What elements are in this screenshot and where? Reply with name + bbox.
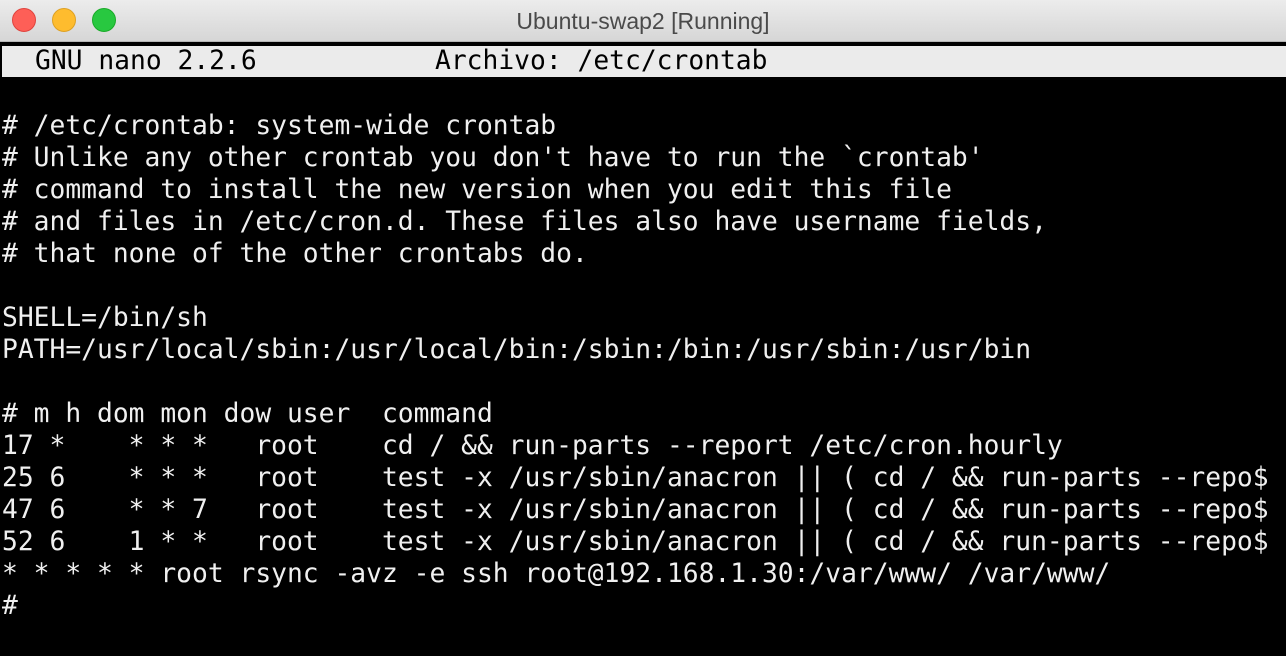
editor-line[interactable]: # m h dom mon dow user command bbox=[2, 398, 1286, 430]
editor-line[interactable]: # /etc/crontab: system-wide crontab bbox=[2, 110, 1286, 142]
editor-line[interactable]: # that none of the other crontabs do. bbox=[2, 238, 1286, 270]
nano-version: GNU nano 2.2.6 bbox=[35, 46, 257, 76]
editor-line[interactable]: 25 6 * * * root test -x /usr/sbin/anacro… bbox=[2, 462, 1286, 494]
vm-window: Ubuntu-swap2 [Running] GNU nano 2.2.6 Ar… bbox=[0, 0, 1286, 656]
editor-line[interactable]: # and files in /etc/cron.d. These files … bbox=[2, 206, 1286, 238]
title-bar[interactable]: Ubuntu-swap2 [Running] bbox=[0, 0, 1286, 42]
editor-line[interactable]: 52 6 1 * * root test -x /usr/sbin/anacro… bbox=[2, 526, 1286, 558]
editor-line[interactable]: * * * * * root rsync -avz -e ssh root@19… bbox=[2, 558, 1286, 590]
editor-line[interactable] bbox=[2, 270, 1286, 302]
editor-line[interactable]: 47 6 * * 7 root test -x /usr/sbin/anacro… bbox=[2, 494, 1286, 526]
nano-file-label: Archivo: /etc/crontab bbox=[435, 46, 768, 76]
window-title: Ubuntu-swap2 [Running] bbox=[516, 8, 770, 34]
editor-line[interactable]: # Unlike any other crontab you don't hav… bbox=[2, 142, 1286, 174]
editor-line[interactable]: SHELL=/bin/sh bbox=[2, 302, 1286, 334]
terminal-screen[interactable]: GNU nano 2.2.6 Archivo: /etc/crontab # /… bbox=[0, 42, 1286, 656]
editor-line[interactable]: PATH=/usr/local/sbin:/usr/local/bin:/sbi… bbox=[2, 334, 1286, 366]
editor-line[interactable]: # command to install the new version whe… bbox=[2, 174, 1286, 206]
editor-line[interactable]: 17 * * * * root cd / && run-parts --repo… bbox=[2, 430, 1286, 462]
editor-line[interactable]: # bbox=[2, 590, 1286, 622]
nano-header-bar: GNU nano 2.2.6 Archivo: /etc/crontab bbox=[2, 46, 1286, 77]
editor-line[interactable] bbox=[2, 366, 1286, 398]
